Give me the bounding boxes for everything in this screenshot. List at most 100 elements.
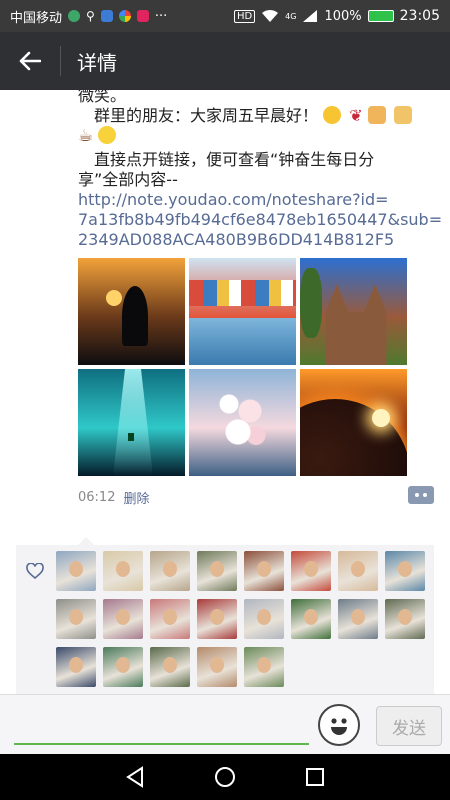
pray-emoji-icon	[393, 106, 412, 124]
light-beam	[113, 369, 153, 476]
coffee-emoji-icon: ☕	[78, 126, 94, 146]
post-time: 06:12	[78, 490, 116, 505]
avatar-face	[257, 561, 271, 577]
liker-avatar[interactable]	[197, 551, 237, 591]
liker-avatar[interactable]	[338, 599, 378, 639]
liker-avatar[interactable]	[56, 599, 96, 639]
wifi-icon	[262, 9, 279, 22]
post-link-1[interactable]: http://note.youdao.com/noteshare?id=	[78, 190, 438, 210]
photo-underwater-cave[interactable]	[78, 369, 185, 476]
rose-emoji-icon: ❦	[349, 106, 363, 125]
post-instruction-2: 享”全部内容--	[78, 170, 178, 189]
carrier-label: 中国移动	[10, 10, 63, 26]
network-type-label: 4G	[285, 11, 297, 21]
liker-avatar[interactable]	[150, 551, 190, 591]
title-divider	[60, 46, 61, 76]
liker-avatar[interactable]	[150, 647, 190, 687]
liker-avatar[interactable]	[56, 551, 96, 591]
post-instruction-1: 直接点开链接，便可查看“钟奋生每日分	[94, 150, 375, 169]
avatar-face	[163, 657, 177, 673]
church-building	[325, 284, 387, 365]
liker-avatar[interactable]	[338, 551, 378, 591]
comment-input[interactable]	[14, 705, 309, 741]
comment-button[interactable]	[408, 486, 434, 504]
heron-silhouette	[122, 286, 148, 346]
avatar-face	[351, 609, 365, 625]
liker-avatar[interactable]	[244, 647, 284, 687]
avatar-face	[116, 657, 130, 673]
signal-icon	[303, 10, 318, 22]
houses-row	[189, 280, 296, 306]
sun-shape	[106, 290, 122, 306]
comment-input-bar: 发送	[0, 694, 450, 754]
liker-avatar[interactable]	[197, 647, 237, 687]
liker-avatar[interactable]	[150, 599, 190, 639]
app-notification-icon	[68, 10, 81, 22]
avatar-face	[163, 561, 177, 577]
comment-dot	[415, 493, 419, 497]
photo-planet-eclipse[interactable]	[300, 369, 407, 476]
liker-avatar[interactable]	[103, 551, 143, 591]
liker-avatar[interactable]	[244, 599, 284, 639]
delete-link[interactable]: 删除	[123, 488, 149, 507]
back-button[interactable]	[0, 32, 60, 90]
avatar-face	[257, 657, 271, 673]
photo-church-towers[interactable]	[300, 258, 407, 365]
smiley-face-icon	[331, 718, 347, 735]
avatar-face	[69, 657, 83, 673]
hd-icon: HD	[233, 9, 256, 23]
blossom-cluster	[211, 383, 271, 453]
triangle-back-icon	[126, 766, 143, 788]
liker-avatar[interactable]	[385, 599, 425, 639]
liker-avatar[interactable]	[103, 647, 143, 687]
emoji-button[interactable]	[318, 704, 360, 746]
send-button[interactable]: 发送	[376, 706, 442, 746]
likes-panel	[16, 537, 434, 694]
bless-emoji-icon	[98, 126, 117, 144]
avatar-face	[304, 609, 318, 625]
avatar-face	[398, 561, 412, 577]
usb-icon: ⚲	[86, 9, 95, 23]
avatar-face	[116, 561, 130, 577]
photo-colorful-houses[interactable]	[189, 258, 296, 365]
nav-recents-button[interactable]	[303, 765, 327, 789]
water-reflection	[189, 318, 296, 365]
post-detail[interactable]: 微笑。 群里的朋友：大家周五早晨好！ ❦ ☕ 直接点开链接，便可查看“钟奋生每日…	[0, 90, 450, 694]
avatar-face	[210, 609, 224, 625]
liker-avatars	[56, 551, 425, 687]
smile-emoji-icon	[323, 106, 342, 124]
post-greeting-line: 群里的朋友：大家周五早晨好！ ❦	[78, 106, 438, 126]
diver-silhouette	[128, 433, 134, 441]
post-link-2[interactable]: 7a13fb8b49fb494cf6e8478eb1650447&sub=	[78, 210, 442, 230]
battery-icon	[367, 10, 394, 22]
avatar-face	[398, 609, 412, 625]
emoji-line: ☕	[78, 126, 438, 150]
page-title: 详情	[77, 50, 117, 75]
photo-cherry-blossoms[interactable]	[189, 369, 296, 476]
app-notification-icon-4	[136, 10, 149, 22]
photo-heron-sunset[interactable]	[78, 258, 185, 365]
title-bar: 详情	[0, 32, 450, 90]
liker-avatar[interactable]	[56, 647, 96, 687]
liker-avatar[interactable]	[103, 599, 143, 639]
liker-avatar[interactable]	[385, 551, 425, 591]
avatar-face	[69, 561, 83, 577]
heart-outline-icon	[26, 563, 44, 579]
comment-dot	[423, 493, 427, 497]
app-notification-icon-2	[100, 10, 113, 22]
nav-home-button[interactable]	[213, 765, 237, 789]
avatar-face	[351, 561, 365, 577]
square-recents-icon	[306, 768, 324, 786]
liker-avatar[interactable]	[197, 599, 237, 639]
post-link-3[interactable]: 2349AD088ACA480B9B6DD414B812F5	[78, 230, 438, 250]
nav-back-button[interactable]	[123, 765, 147, 789]
sun-flare	[372, 409, 390, 427]
liker-avatar[interactable]	[291, 551, 331, 591]
system-nav-bar	[0, 754, 450, 800]
liker-avatar[interactable]	[244, 551, 284, 591]
liker-avatar[interactable]	[291, 599, 331, 639]
battery-percent: 100%	[324, 8, 362, 24]
more-notifications-icon: ···	[154, 8, 168, 24]
avatar-face	[304, 561, 318, 577]
avatar-face	[116, 609, 130, 625]
